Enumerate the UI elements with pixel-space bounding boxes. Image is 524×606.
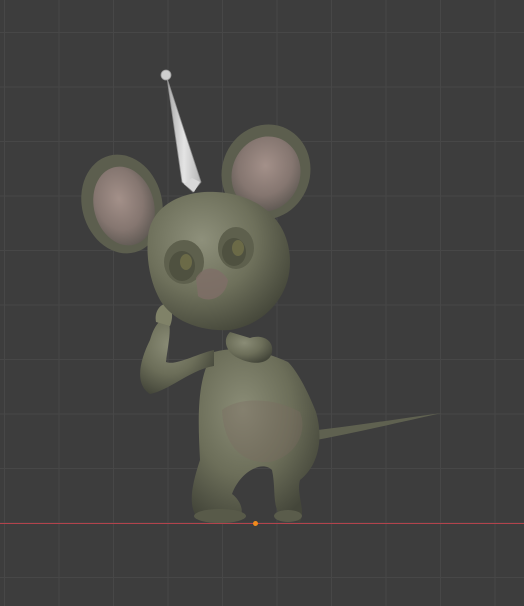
mouse-foot-left bbox=[194, 509, 246, 523]
mouse-tail[interactable] bbox=[300, 413, 442, 442]
mouse-eye-left-shine bbox=[180, 254, 192, 270]
armature-bone-tip[interactable] bbox=[160, 69, 172, 81]
mouse-foot-right bbox=[274, 510, 302, 522]
object-origin[interactable] bbox=[253, 521, 258, 526]
3d-viewport[interactable] bbox=[0, 0, 524, 606]
armature-bone[interactable] bbox=[166, 77, 202, 193]
mouse-eye-right-shine bbox=[232, 240, 244, 256]
scene-canvas[interactable] bbox=[0, 0, 524, 606]
